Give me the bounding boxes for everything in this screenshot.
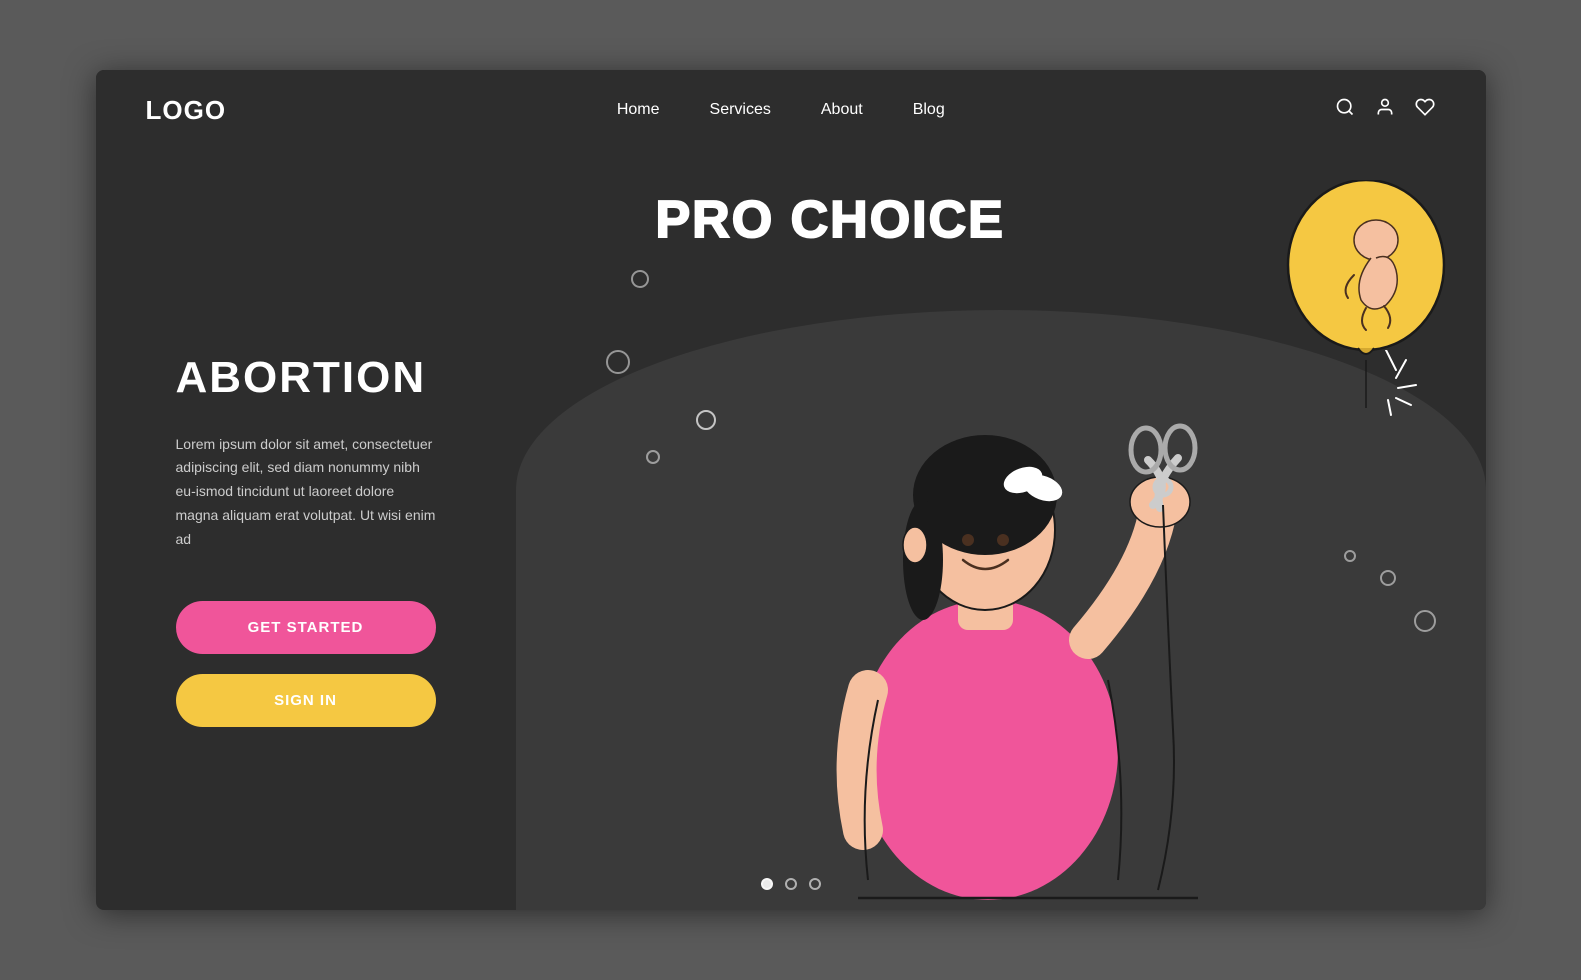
nav-home[interactable]: Home xyxy=(617,101,660,118)
deco-circle-4 xyxy=(696,410,716,430)
sign-in-button[interactable]: SIGN IN xyxy=(176,674,436,727)
get-started-button[interactable]: GET STARTED xyxy=(176,601,436,654)
nav-blog[interactable]: Blog xyxy=(913,101,945,118)
nav-about[interactable]: About xyxy=(821,101,863,118)
slide-indicators xyxy=(761,878,821,890)
deco-circle-3 xyxy=(646,450,660,464)
left-panel: ABORTION Lorem ipsum dolor sit amet, con… xyxy=(96,150,576,910)
deco-circle-6 xyxy=(1414,610,1436,632)
deco-circle-1 xyxy=(631,270,649,288)
nav-icons xyxy=(1335,97,1435,123)
nav-services[interactable]: Services xyxy=(710,101,771,118)
logo: LOGO xyxy=(146,95,227,126)
nav-links: Home Services About Blog xyxy=(617,101,945,119)
deco-circle-5 xyxy=(1380,570,1396,586)
heart-icon[interactable] xyxy=(1415,97,1435,123)
pro-choice-heading: PRO CHOICE xyxy=(656,190,1005,250)
deco-circle-2 xyxy=(606,350,630,374)
deco-circle-7 xyxy=(1344,550,1356,562)
dot-1[interactable] xyxy=(761,878,773,890)
browser-window: LOGO Home Services About Blog xyxy=(96,70,1486,910)
main-content: ABORTION Lorem ipsum dolor sit amet, con… xyxy=(96,150,1486,910)
dot-2[interactable] xyxy=(785,878,797,890)
user-icon[interactable] xyxy=(1375,97,1395,123)
sparkle-decoration xyxy=(1346,350,1426,430)
hero-description: Lorem ipsum dolor sit amet, consectetuer… xyxy=(176,433,436,552)
search-icon[interactable] xyxy=(1335,97,1355,123)
dot-3[interactable] xyxy=(809,878,821,890)
page-title: ABORTION xyxy=(176,353,526,403)
right-panel: PRO CHOICE xyxy=(576,150,1486,910)
woman-illustration xyxy=(778,330,1238,910)
navbar: LOGO Home Services About Blog xyxy=(96,70,1486,150)
